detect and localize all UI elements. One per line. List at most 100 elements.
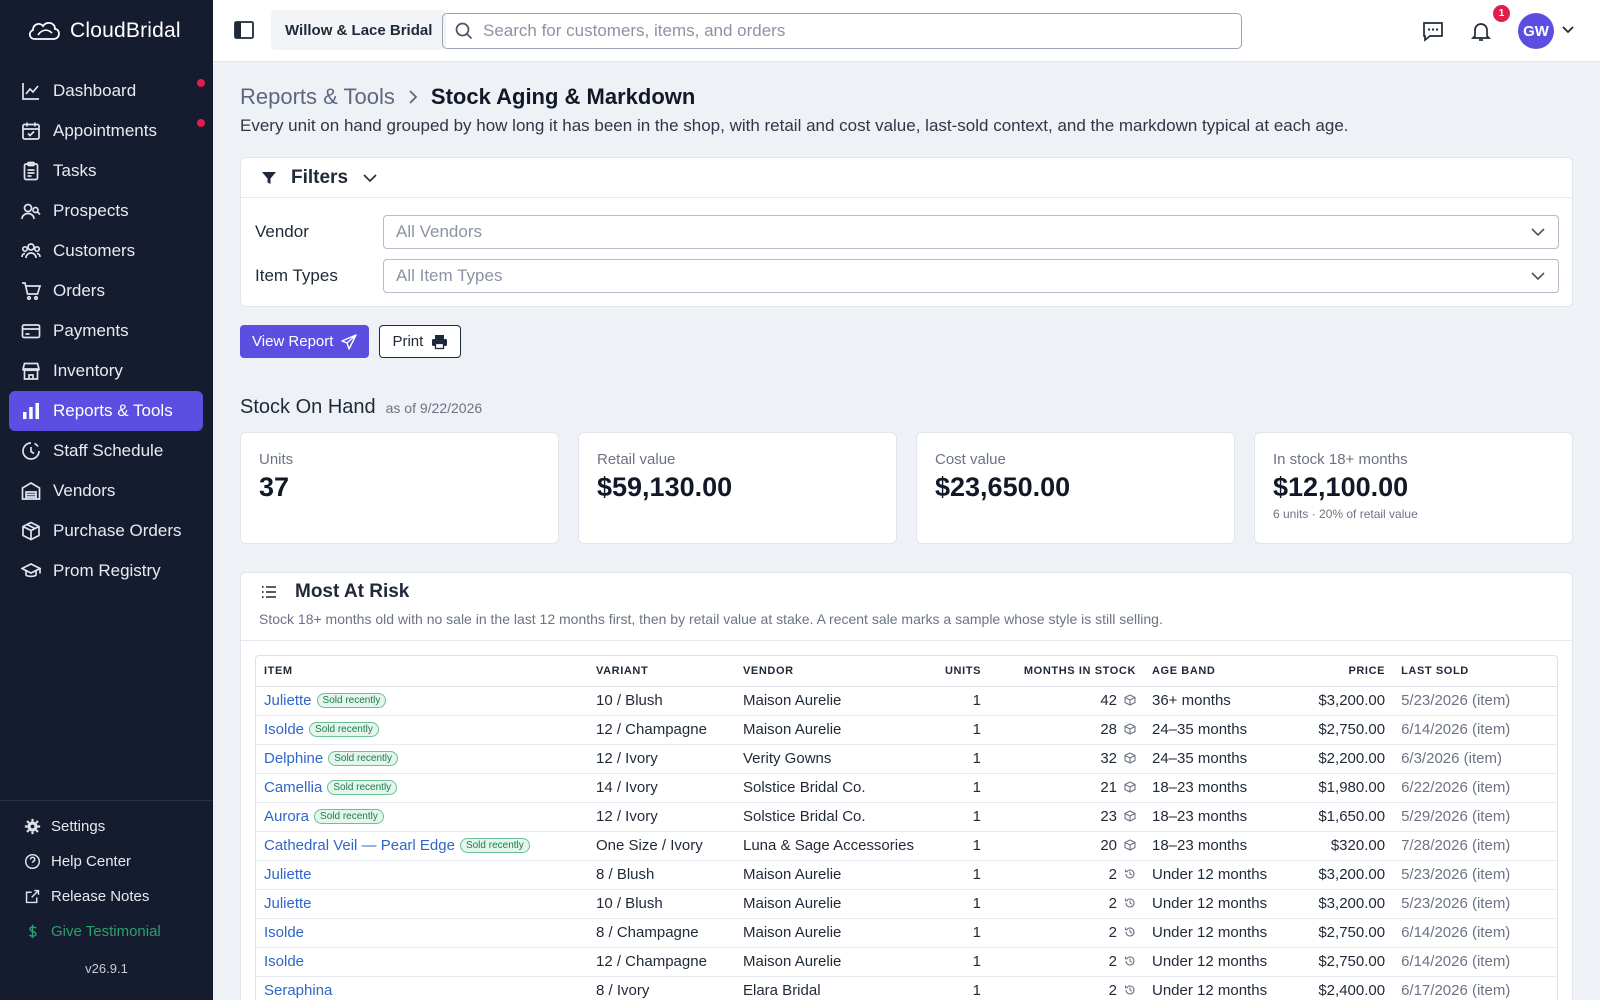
col-age-band[interactable]: AGE BAND [1144, 656, 1276, 687]
external-link-icon [25, 889, 40, 904]
cell-price: $2,750.00 [1275, 918, 1394, 948]
months-value: 2 [1108, 866, 1117, 883]
sidebar-item-reports-and-tools[interactable]: Reports & Tools [9, 391, 203, 431]
sidebar-item-orders[interactable]: Orders [9, 271, 203, 311]
sold-recently-badge: Sold recently [314, 809, 384, 824]
help-center-link[interactable]: Help Center [0, 844, 213, 879]
most-at-risk-header: Most At Risk [241, 573, 1572, 603]
sidebar-item-label: Tasks [53, 161, 97, 180]
store-selector[interactable]: Willow & Lace Bridal [271, 10, 447, 50]
cell-months-in-stock: 2 [989, 889, 1144, 919]
sidebar-item-appointments[interactable]: Appointments [9, 111, 205, 151]
item-link[interactable]: Camellia [264, 779, 322, 796]
sidebar-item-prospects[interactable]: Prospects [9, 191, 203, 231]
col-units[interactable]: UNITS [925, 656, 989, 687]
item-link[interactable]: Juliette [264, 692, 312, 709]
cell-price: $2,750.00 [1275, 947, 1394, 977]
sidebar-item-payments[interactable]: Payments [9, 311, 203, 351]
bell-icon[interactable] [1470, 20, 1492, 42]
col-vendor[interactable]: VENDOR [735, 656, 925, 687]
stat-label: Retail value [597, 451, 676, 468]
months-value: 2 [1108, 895, 1117, 912]
item-link[interactable]: Cathedral Veil — Pearl Edge [264, 837, 455, 854]
table-row: Juliette Sold recently 10 / Blush Maison Au… [256, 686, 1557, 716]
sidebar-bottom: Settings Help Center Release Notes Give … [0, 800, 213, 976]
item-link[interactable]: Juliette [264, 866, 312, 883]
col-months-in-stock[interactable]: MONTHS IN STOCK [989, 656, 1144, 687]
release-notes-label: Release Notes [51, 888, 150, 905]
col-price[interactable]: PRICE [1275, 656, 1394, 687]
vendor-label: Vendor [255, 222, 309, 241]
sidebar-item-label: Payments [53, 321, 129, 340]
cell-vendor: Solstice Bridal Co. [735, 802, 925, 832]
sidebar-item-vendors[interactable]: Vendors [9, 471, 203, 511]
sidebar-item-purchase-orders[interactable]: Purchase Orders [9, 511, 203, 551]
item-link[interactable]: Aurora [264, 808, 309, 825]
cell-price: $1,980.00 [1275, 773, 1394, 803]
app-logo[interactable]: CloudBridal [0, 0, 213, 62]
item-link[interactable]: Isolde [264, 721, 304, 738]
col-item[interactable]: ITEM [256, 656, 588, 687]
cell-age-band: 18–23 months [1144, 802, 1276, 832]
cell-item: Cathedral Veil — Pearl Edge Sold recently [256, 831, 588, 861]
filters-header[interactable]: Filters [241, 158, 1572, 198]
view-report-button[interactable]: View Report [240, 325, 370, 358]
cell-age-band: 24–35 months [1144, 715, 1276, 745]
stat-value: $23,650.00 [935, 472, 1071, 502]
item-link[interactable]: Isolde [264, 924, 304, 941]
history-icon [1124, 927, 1135, 937]
cell-age-band: Under 12 months [1144, 889, 1276, 919]
give-testimonial-link[interactable]: Give Testimonial [0, 914, 213, 949]
table-row: Isolde 12 / Champagne Maison Aurelie 1 2 Unde… [256, 947, 1557, 977]
sidebar-item-label: Prospects [53, 201, 129, 220]
cell-variant: 10 / Blush [588, 686, 735, 716]
sidebar-item-tasks[interactable]: Tasks [9, 151, 203, 191]
col-last-sold[interactable]: LAST SOLD [1393, 656, 1557, 687]
clock-icon [22, 442, 40, 460]
sidebar-item-customers[interactable]: Customers [9, 231, 203, 271]
cell-variant: 8 / Ivory [588, 976, 735, 1000]
item-link[interactable]: Delphine [264, 750, 323, 767]
cell-months-in-stock: 2 [989, 947, 1144, 977]
sold-recently-badge: Sold recently [328, 751, 399, 766]
stock-on-hand-as-of: as of 9/22/2026 [385, 400, 483, 416]
item-link[interactable]: Isolde [264, 953, 304, 970]
item-types-select[interactable]: All Item Types [383, 259, 1559, 293]
sidebar-item-label: Reports & Tools [53, 401, 173, 420]
cell-months-in-stock: 28 [989, 715, 1144, 745]
item-link[interactable]: Juliette [264, 895, 312, 912]
chevron-down-icon [1531, 272, 1545, 281]
avatar[interactable]: GW [1518, 13, 1554, 49]
sidebar-item-prom-registry[interactable]: Prom Registry [9, 551, 203, 591]
box-icon [1124, 781, 1136, 793]
stat-label: In stock 18+ months [1273, 451, 1408, 468]
sidebar-item-inventory[interactable]: Inventory [9, 351, 203, 391]
cell-units: 1 [925, 802, 989, 832]
vendor-select[interactable]: All Vendors [383, 215, 1559, 249]
box-icon [1124, 810, 1136, 822]
chevron-down-icon[interactable] [1562, 25, 1574, 35]
sidebar-item-staff-schedule[interactable]: Staff Schedule [9, 431, 203, 471]
settings-link[interactable]: Settings [0, 809, 213, 844]
months-value: 23 [1100, 808, 1117, 825]
item-link[interactable]: Seraphina [264, 982, 332, 999]
sidebar-toggle-icon[interactable] [234, 21, 254, 39]
filters-panel: Filters Vendor All Vendors Item Types Al… [240, 157, 1573, 307]
cell-vendor: Verity Gowns [735, 744, 925, 774]
sidebar-item-label: Orders [53, 281, 105, 300]
cell-last-sold: 6/3/2026 (item) [1393, 744, 1557, 774]
cell-age-band: 18–23 months [1144, 773, 1276, 803]
people-search-icon [21, 203, 41, 220]
breadcrumb-reports-link[interactable]: Reports & Tools [240, 84, 395, 110]
col-variant[interactable]: VARIANT [588, 656, 735, 687]
sidebar-item-dashboard[interactable]: Dashboard [9, 71, 205, 111]
search-input[interactable] [483, 21, 1183, 41]
chat-icon[interactable] [1422, 20, 1444, 42]
help-center-label: Help Center [51, 853, 132, 870]
cell-price: $2,400.00 [1275, 976, 1394, 1000]
cloud-logo-icon [28, 22, 60, 40]
gear-icon [24, 818, 41, 835]
cell-vendor: Maison Aurelie [735, 889, 925, 919]
print-button[interactable]: Print [379, 325, 462, 358]
release-notes-link[interactable]: Release Notes [0, 879, 213, 914]
